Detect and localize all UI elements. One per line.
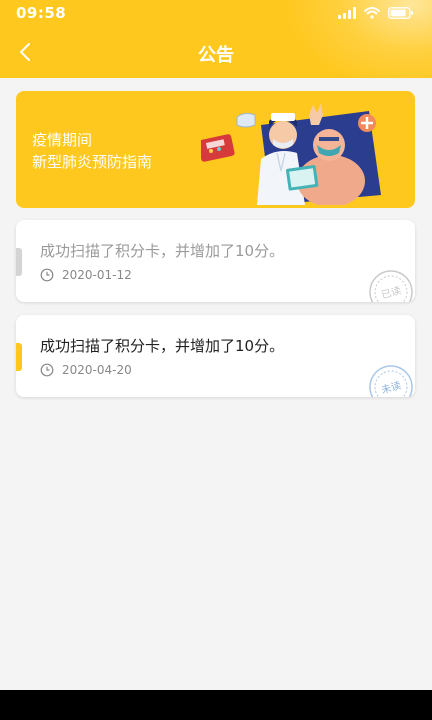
banner-line-2: 新型肺炎预防指南 xyxy=(32,153,153,171)
status-bar: 09:58 xyxy=(0,0,432,26)
clock-icon xyxy=(40,363,54,377)
notice-date: 2020-04-20 xyxy=(62,363,132,377)
read-stamp-icon: 已读 xyxy=(369,270,413,302)
notice-title: 成功扫描了积分卡，并增加了10分。 xyxy=(40,242,285,260)
unread-stamp-text: 未读 xyxy=(380,379,403,397)
signal-icon xyxy=(338,7,356,19)
app-header: 09:58 公告 xyxy=(0,0,432,78)
wifi-icon xyxy=(364,7,380,19)
clock-icon xyxy=(40,268,54,282)
notice-date: 2020-01-12 xyxy=(62,268,132,282)
unread-indicator xyxy=(16,343,22,371)
status-icons xyxy=(338,6,414,20)
notice-date-row: 2020-04-20 xyxy=(40,363,132,377)
battery-icon xyxy=(388,7,414,19)
read-stamp-text: 已读 xyxy=(380,284,403,302)
medical-staff-illustration xyxy=(201,103,381,205)
page-title: 公告 xyxy=(198,45,234,66)
notice-title: 成功扫描了积分卡，并增加了10分。 xyxy=(40,337,285,355)
banner-text: 疫情期间 新型肺炎预防指南 xyxy=(32,129,152,173)
read-indicator xyxy=(16,248,22,276)
unread-stamp-icon: 未读 xyxy=(369,365,413,397)
notice-card[interactable]: 成功扫描了积分卡，并增加了10分。 2020-01-12 已读 xyxy=(16,220,415,302)
banner-line-1: 疫情期间 xyxy=(32,131,93,149)
system-navigation-bar xyxy=(0,690,432,720)
notice-date-row: 2020-01-12 xyxy=(40,268,132,282)
prevention-guide-banner[interactable]: 疫情期间 新型肺炎预防指南 xyxy=(16,91,415,208)
status-time: 09:58 xyxy=(16,4,67,22)
notice-card[interactable]: 成功扫描了积分卡，并增加了10分。 2020-04-20 未读 xyxy=(16,315,415,397)
